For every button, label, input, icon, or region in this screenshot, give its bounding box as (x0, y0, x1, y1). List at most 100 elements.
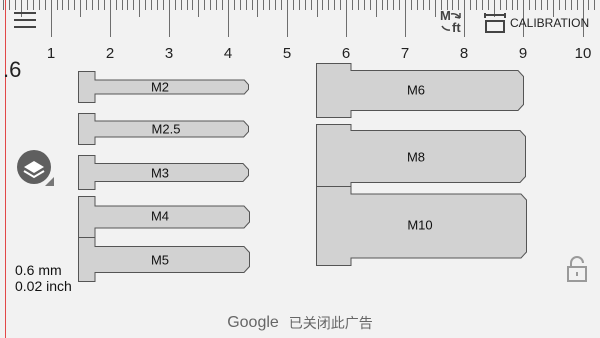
ruler-tick (252, 0, 253, 10)
ruler-tick (116, 0, 117, 10)
ad-banner[interactable]: Google 已关闭此广告 (0, 308, 600, 338)
ruler-tick (145, 0, 146, 10)
ruler-tick (435, 0, 436, 17)
ruler-tick (399, 0, 400, 10)
ruler-tick (74, 0, 75, 10)
ruler-tick (411, 0, 412, 10)
ruler-tick (246, 0, 247, 10)
screw-label: M10 (407, 217, 433, 233)
ruler-tick (80, 0, 81, 17)
ruler-tick (328, 0, 329, 10)
ruler-tick (299, 0, 300, 10)
ruler-tick (405, 0, 406, 37)
ruler-label: 10 (574, 45, 592, 62)
ruler-tick (512, 0, 513, 10)
ruler-tick (423, 0, 424, 10)
ruler-tick (122, 0, 123, 10)
ruler-tick (234, 0, 235, 10)
ruler-tick (240, 0, 241, 10)
ruler-tick (476, 0, 477, 10)
ruler-tick (157, 0, 158, 10)
ruler-tick (317, 0, 318, 17)
ruler-tick (257, 0, 258, 17)
ruler-label: 1 (46, 45, 56, 62)
ruler-tick (382, 0, 383, 10)
ruler-tick (222, 0, 223, 10)
ad-closed-text[interactable]: 已关闭此广告 (289, 313, 373, 333)
ruler-tick (110, 0, 111, 37)
ruler-tick (376, 0, 377, 17)
ruler-tick (311, 0, 312, 10)
ruler-tick (198, 0, 199, 17)
ad-brand: Google (227, 314, 279, 331)
ruler-tick (565, 0, 566, 10)
measurement-mm: 0.6 mm (15, 262, 62, 278)
ruler-tick (39, 0, 40, 10)
layers-icon[interactable] (13, 150, 55, 192)
ruler-tick (210, 0, 211, 10)
zero-line (5, 0, 6, 338)
ruler-tick (346, 0, 347, 37)
ruler-tick (192, 0, 193, 10)
ruler-tick (577, 0, 578, 10)
calibration-label: CALIBRATION (510, 16, 590, 30)
ruler-tick (281, 0, 282, 10)
ruler-tick (51, 0, 52, 37)
ruler-label: 7 (400, 45, 410, 62)
ruler-label: 4 (223, 45, 233, 62)
ruler-tick (86, 0, 87, 10)
calibration-button[interactable]: CALIBRATION (484, 12, 589, 34)
ruler-tick (133, 0, 134, 10)
hamburger-menu-icon[interactable] (14, 12, 36, 30)
ruler-tick (541, 0, 542, 10)
ruler-tick (57, 0, 58, 10)
ruler-tick (506, 0, 507, 10)
ruler-tick (322, 0, 323, 10)
ruler-tick (151, 0, 152, 10)
ruler-tick (287, 0, 288, 37)
ruler-tick (163, 0, 164, 10)
ruler-tick (3, 0, 4, 10)
screw-label: M3 (150, 165, 170, 181)
ruler-tick (429, 0, 430, 10)
ruler-tick (127, 0, 128, 10)
ruler-tick (228, 0, 229, 37)
unit-switch-button[interactable]: M ft (438, 8, 468, 36)
calibration-icon (484, 13, 506, 33)
ruler-label: 6 (341, 45, 351, 62)
ruler-tick (500, 0, 501, 10)
ruler-tick (263, 0, 264, 10)
ruler-tick (216, 0, 217, 10)
screw-label: M8 (406, 149, 426, 165)
measurement-readout: 0.6 mm 0.02 inch (15, 262, 72, 294)
screw-label: M4 (150, 208, 170, 224)
ruler-tick (45, 0, 46, 10)
ruler-tick (305, 0, 306, 10)
ruler-tick (9, 0, 10, 10)
ruler-tick (488, 0, 489, 10)
ruler-tick (547, 0, 548, 10)
ruler-tick (482, 0, 483, 10)
ruler-tick (175, 0, 176, 10)
ruler-tick (62, 0, 63, 10)
ruler-tick (517, 0, 518, 10)
ruler-tick (370, 0, 371, 10)
ruler-tick (293, 0, 294, 10)
screw-label: M5 (150, 252, 170, 268)
ruler-tick (571, 0, 572, 10)
ruler-tick (387, 0, 388, 10)
ruler-tick (92, 0, 93, 10)
ruler-tick (535, 0, 536, 10)
ruler-tick (334, 0, 335, 10)
screw-label: M2 (150, 79, 170, 95)
lock-icon[interactable] (565, 255, 589, 283)
ruler-tick (169, 0, 170, 37)
ruler-tick (104, 0, 105, 10)
ruler-tick (33, 0, 34, 10)
ruler-tick (27, 0, 28, 10)
ruler-tick (15, 0, 16, 10)
measurement-inch: 0.02 inch (15, 278, 72, 294)
ruler-tick (340, 0, 341, 10)
ruler-label: 2 (105, 45, 115, 62)
ruler-tick (187, 0, 188, 10)
